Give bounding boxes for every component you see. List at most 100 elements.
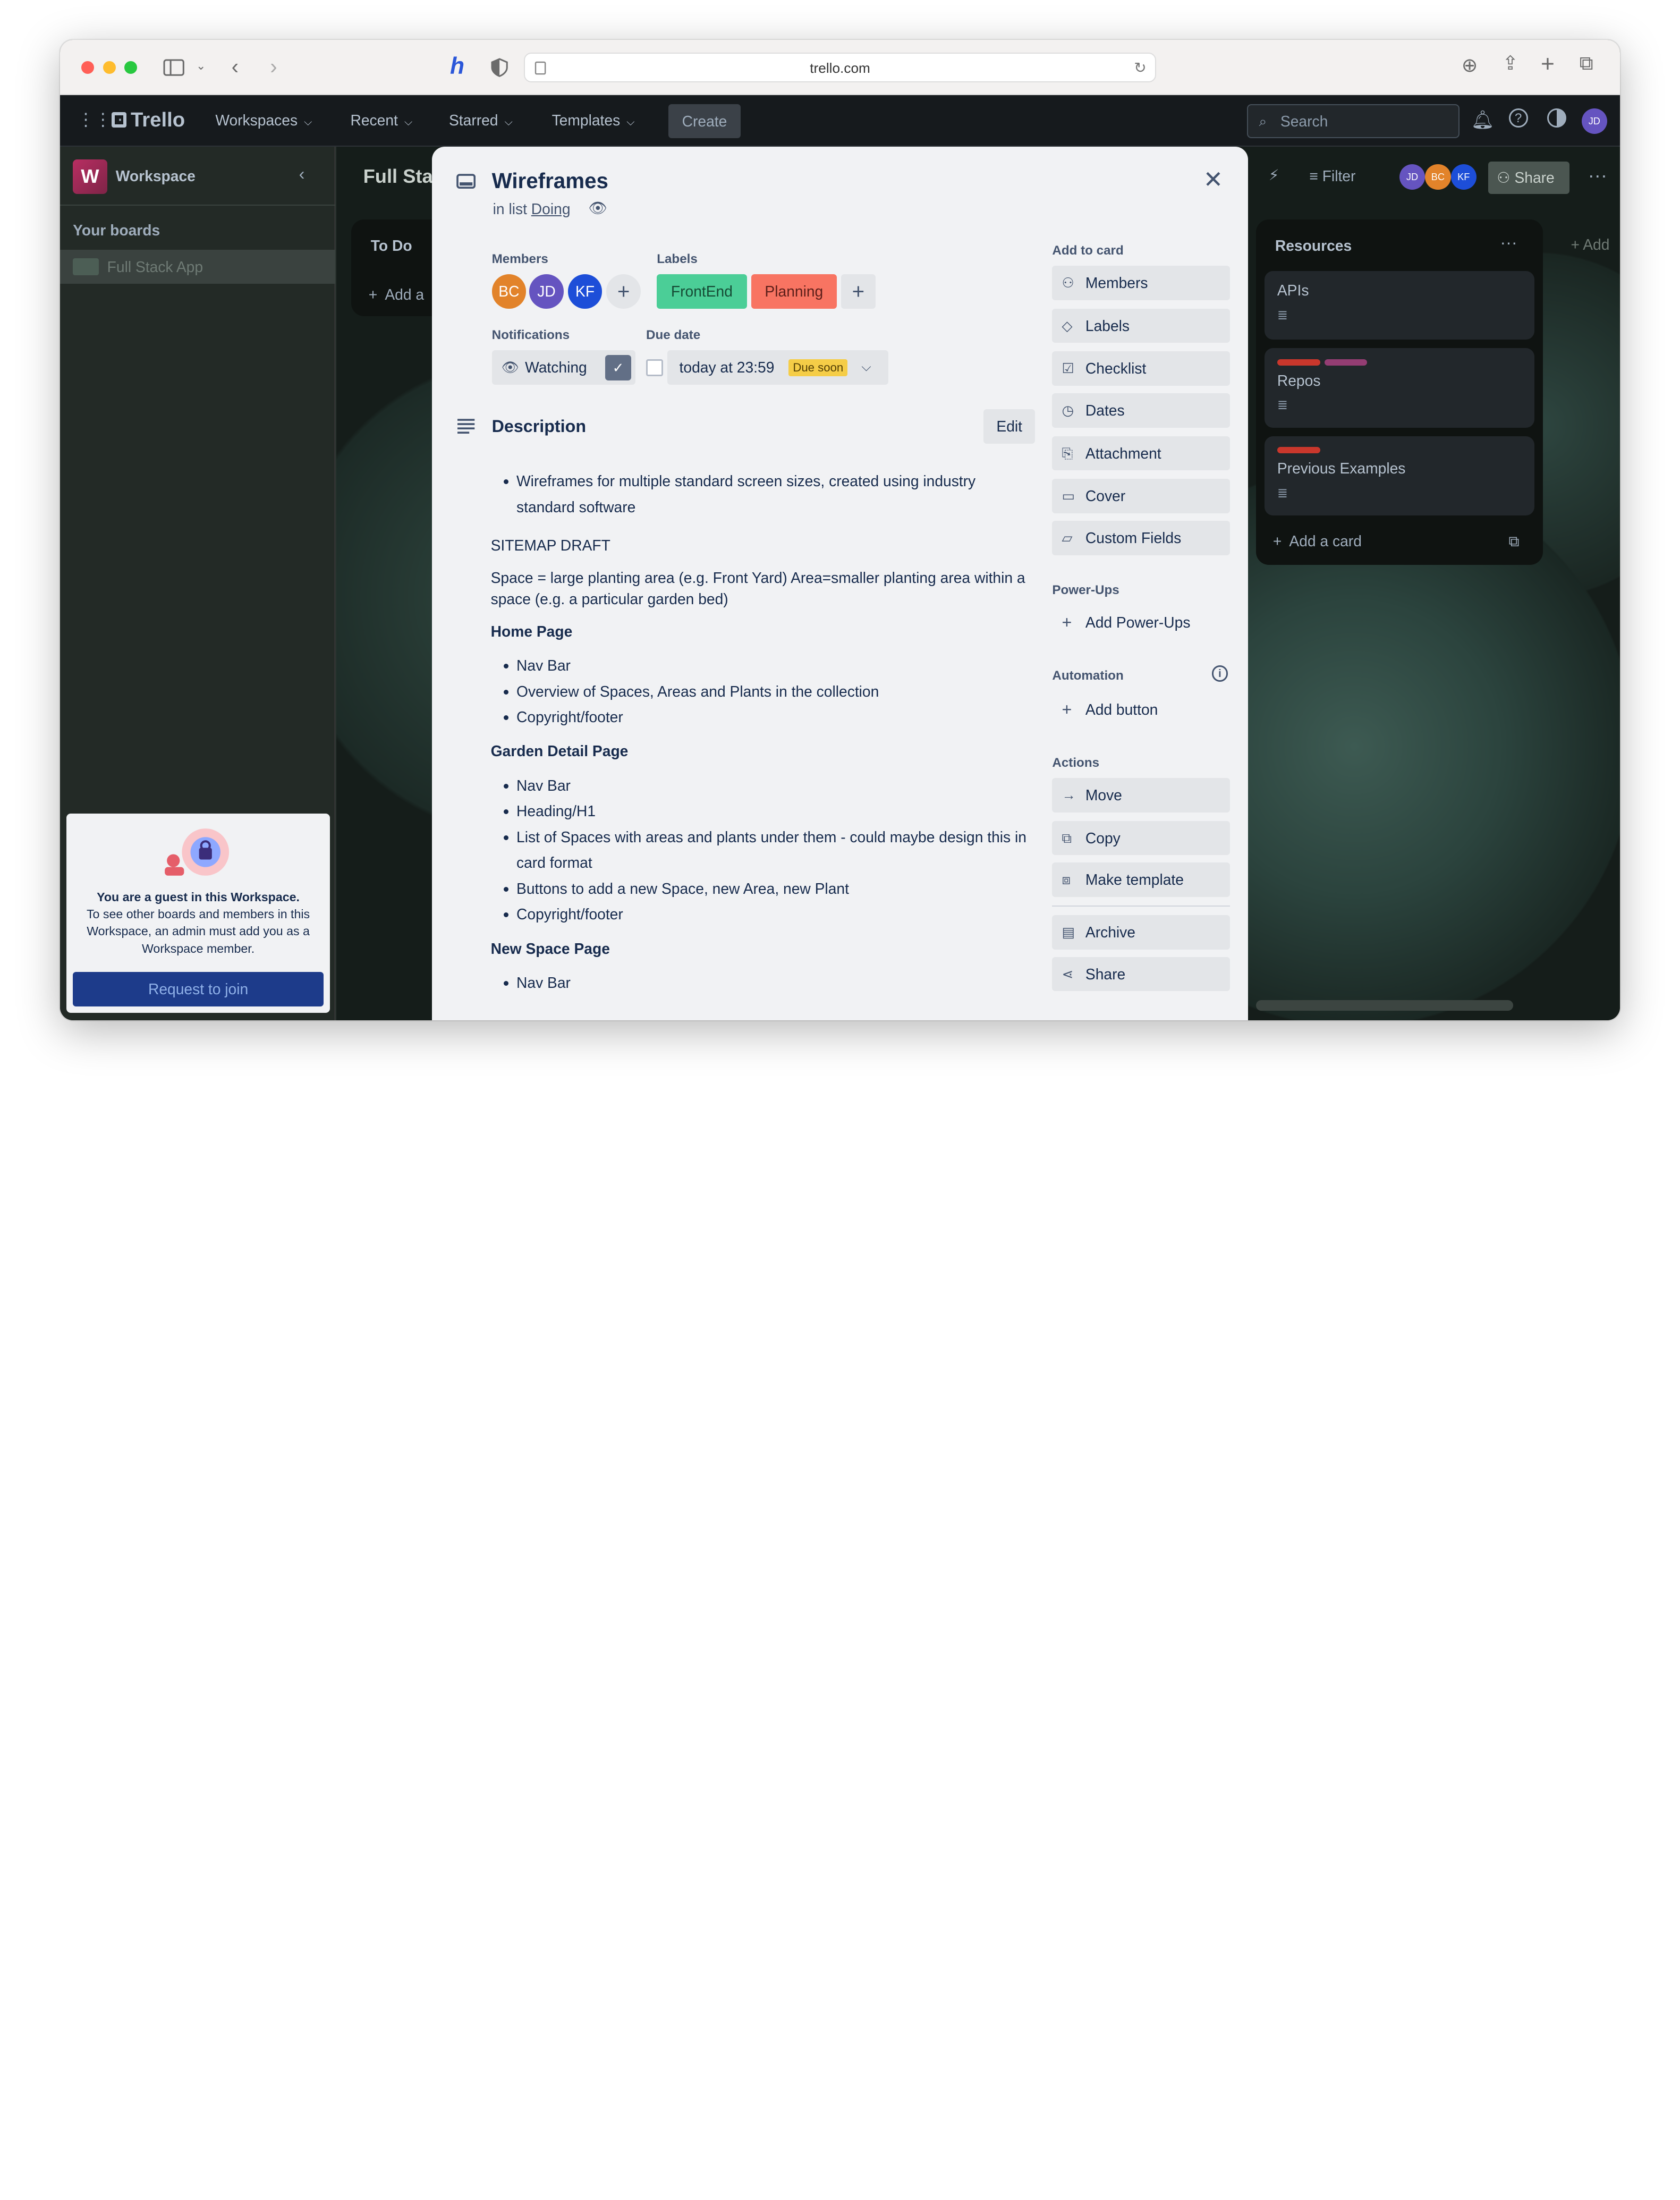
menu-workspaces[interactable]: Workspaces ⌵	[215, 112, 312, 129]
archive-button[interactable]: ▤ Archive	[1052, 915, 1231, 950]
close-window-button[interactable]	[81, 61, 95, 74]
privacy-shield-icon[interactable]	[491, 58, 508, 77]
member-avatar[interactable]: KF	[567, 274, 603, 309]
due-complete-checkbox[interactable]	[646, 359, 664, 376]
request-to-join-button[interactable]: Request to join	[73, 972, 324, 1006]
label-planning[interactable]: Planning	[751, 274, 837, 309]
description-heading-home: Home Page	[490, 622, 573, 640]
info-icon[interactable]: i	[1211, 665, 1228, 682]
description-item: Copyright/footer	[516, 704, 1032, 730]
collapse-sidebar-icon[interactable]: ‹	[299, 164, 305, 184]
menu-templates[interactable]: Templates ⌵	[552, 112, 635, 129]
description-heading-newspace: New Space Page	[490, 940, 610, 957]
add-label-button[interactable]: +	[841, 274, 876, 309]
board-member-avatar[interactable]: BC	[1425, 164, 1451, 190]
zoom-window-button[interactable]	[124, 61, 138, 74]
theme-toggle-icon[interactable]	[1547, 108, 1567, 128]
member-avatar[interactable]: BC	[491, 274, 527, 309]
board-scrollbar[interactable]	[1255, 1000, 1513, 1011]
user-avatar[interactable]: JD	[1581, 108, 1608, 134]
close-icon[interactable]: ✕	[1203, 166, 1223, 193]
card-label-red	[1277, 446, 1320, 453]
members-button[interactable]: ⚇ Members	[1052, 266, 1231, 300]
description-icon: ≣	[1277, 398, 1288, 413]
board-thumbnail	[73, 258, 99, 276]
edit-description-button[interactable]: Edit	[983, 409, 1036, 444]
share-card-button[interactable]: ⋖ Share	[1052, 957, 1231, 992]
watch-button[interactable]: 👁︎ Watching ✓	[491, 350, 635, 385]
card-title: Previous Examples	[1277, 460, 1406, 477]
board-title[interactable]: Full Sta	[363, 165, 433, 188]
checklist-button[interactable]: ☑ Checklist	[1052, 351, 1231, 386]
card-apis[interactable]: APIs ≣	[1264, 271, 1534, 340]
plus-icon: +	[1062, 699, 1072, 719]
create-button[interactable]: Create	[668, 104, 741, 139]
trello-logo[interactable]: Trello	[111, 108, 185, 132]
copy-button[interactable]: ⧉ Copy	[1052, 820, 1231, 856]
tab-overview-icon[interactable]: ⧉	[1580, 53, 1593, 73]
chevron-down-icon: ⌵	[861, 360, 871, 375]
attachment-button[interactable]: ⎘ Attachment	[1052, 436, 1231, 471]
power-up-icon[interactable]: ⚡︎	[1269, 166, 1279, 184]
custom-fields-button[interactable]: ▱ Custom Fields	[1052, 521, 1231, 555]
downloads-icon[interactable]: ⊕	[1462, 55, 1478, 75]
address-bar[interactable]: trello.com ↻	[524, 52, 1156, 83]
filter-button[interactable]: ≡ Filter	[1309, 167, 1355, 185]
chevron-down-icon[interactable]: ⌄	[196, 60, 206, 72]
member-avatar[interactable]: JD	[529, 274, 564, 309]
minimize-window-button[interactable]	[103, 61, 116, 74]
workspace-name[interactable]: Workspace	[116, 167, 196, 185]
workspace-logo: W	[73, 159, 107, 194]
description-body: Wireframes for multiple standard screen …	[491, 468, 1032, 995]
notifications-icon[interactable]: 🔔︎	[1471, 109, 1495, 131]
add-card-button[interactable]: + Add a	[369, 286, 424, 303]
description-item: Nav Bar	[516, 970, 1032, 995]
cover-icon: ▭	[1062, 488, 1075, 504]
share-board-button[interactable]: ⚇ Share	[1488, 162, 1570, 194]
template-icon: ⧈	[1062, 871, 1071, 888]
add-power-ups-button[interactable]: + Add Power-Ups	[1052, 605, 1230, 640]
labels-button[interactable]: ◇ Labels	[1052, 308, 1231, 343]
share-icon: ⋖	[1062, 966, 1074, 982]
description-list: Nav Bar	[491, 970, 1032, 995]
sidebar-item-board[interactable]: Full Stack App	[60, 249, 336, 284]
card-title[interactable]: Wireframes	[492, 168, 608, 193]
list-link[interactable]: Doing	[531, 200, 571, 217]
dates-button[interactable]: ◷ Dates	[1052, 393, 1231, 428]
add-card-button[interactable]: + Add a card	[1273, 532, 1362, 550]
create-from-template-icon[interactable]: ⧉	[1508, 532, 1519, 551]
cover-button[interactable]: ▭ Cover	[1052, 479, 1231, 513]
menu-starred[interactable]: Starred ⌵	[449, 112, 513, 129]
forward-icon[interactable]: ›	[270, 56, 277, 77]
reload-icon[interactable]: ↻	[1134, 59, 1147, 77]
board-member-avatar[interactable]: JD	[1399, 164, 1426, 190]
add-list-button[interactable]: + Add	[1571, 236, 1620, 253]
add-member-button[interactable]: +	[606, 274, 641, 309]
board-menu-icon[interactable]: ···	[1588, 164, 1607, 187]
move-button[interactable]: → Move	[1052, 778, 1231, 813]
make-template-button[interactable]: ⧈ Make template	[1052, 862, 1231, 897]
guest-title: You are a guest in this Workspace.	[97, 890, 300, 904]
label-frontend[interactable]: FrontEnd	[657, 274, 747, 309]
copy-icon: ⧉	[1062, 830, 1072, 846]
add-button-button[interactable]: + Add button	[1052, 692, 1230, 727]
share-sheet-icon[interactable]: ⇪	[1502, 53, 1518, 73]
menu-recent[interactable]: Recent ⌵	[350, 112, 412, 129]
search-input[interactable]: ⌕ Search	[1247, 104, 1460, 139]
share-label: Share	[1514, 169, 1555, 187]
sidebar-toggle-icon[interactable]	[163, 59, 184, 76]
description-icon	[457, 419, 475, 434]
description-item: Buttons to add a new Space, new Area, ne…	[516, 876, 1032, 901]
card-previous-examples[interactable]: Previous Examples ≣	[1264, 436, 1534, 515]
search-icon: ⌕	[1259, 113, 1267, 129]
back-icon[interactable]: ‹	[232, 56, 239, 77]
help-icon[interactable]: ?	[1508, 108, 1528, 128]
extension-h-icon[interactable]: h	[450, 54, 464, 78]
card-repos[interactable]: Repos ≣	[1264, 348, 1534, 428]
board-member-avatar[interactable]: KF	[1450, 164, 1477, 190]
list-menu-icon[interactable]: ···	[1500, 233, 1517, 252]
due-date-button[interactable]: today at 23:59 Due soon ⌵	[667, 350, 888, 385]
new-tab-icon[interactable]: +	[1541, 52, 1555, 76]
due-date-value: today at 23:59	[679, 359, 775, 376]
add-card-label: Add a card	[1289, 532, 1362, 550]
